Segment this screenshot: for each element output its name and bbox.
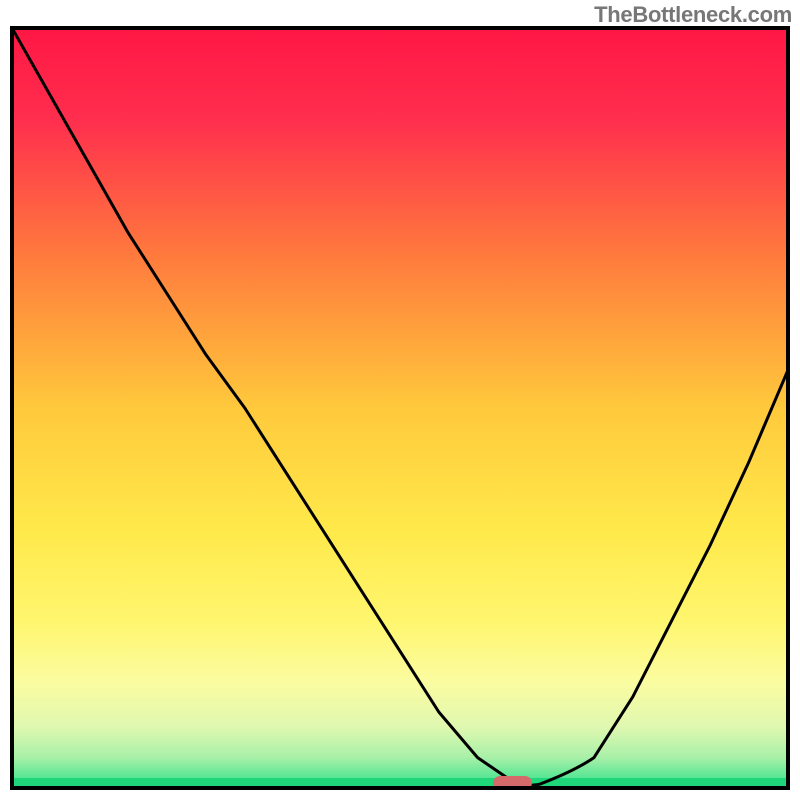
watermark-text: TheBottleneck.com <box>594 2 792 28</box>
plot-background <box>12 28 788 788</box>
chart-container: TheBottleneck.com <box>0 0 800 800</box>
bottleneck-chart <box>0 0 800 800</box>
